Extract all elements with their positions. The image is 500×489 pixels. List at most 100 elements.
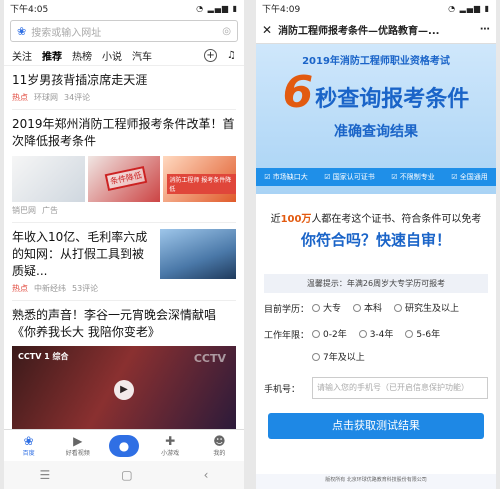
nav-label: 百度 — [22, 450, 35, 457]
search-input[interactable]: 搜索或输入网址 — [31, 24, 217, 39]
radio-icon[interactable] — [312, 352, 320, 361]
status-bar: 下午4:09 ◔ ▂▄▆ ▮ — [256, 0, 496, 16]
news-title[interactable]: 2019年郑州消防工程师报考条件改革！首次降低报考条件 — [12, 116, 236, 150]
banner-subtitle: 2019年消防工程师职业资格考试 — [302, 56, 450, 67]
intro-section: 近100万人都在考这个证书、符合条件可以免考 你符合吗？快速自审！ — [256, 194, 496, 264]
headphones-icon[interactable]: ♫ — [227, 50, 236, 61]
years-option[interactable]: 0-2年 — [312, 327, 347, 340]
cctv-logo: CCTV 1 综合 — [18, 352, 69, 361]
intro-question: 你符合吗？快速自审！ — [300, 231, 451, 249]
radio-icon[interactable] — [353, 303, 362, 312]
eligibility-form: 温馨提示：年满26周岁大专学历可报考 目前学历： 大专 本科 研究生及以上 工作… — [256, 264, 496, 474]
education-label: 目前学历： — [264, 305, 310, 315]
video-title[interactable]: 熟悉的声音！李谷一元宵晚会深情献唱《你养我长大 我陪你变老》 — [12, 307, 236, 341]
right-phone-screen: 下午4:09 ◔ ▂▄▆ ▮ ✕ 消防工程师报考条件—优路教育—... ⋯ 20… — [256, 0, 496, 489]
news-item[interactable]: 11岁男孩背插凉席走天涯 热点 环球网 34评论 — [12, 66, 236, 110]
status-icons: ◔ ▂▄▆ ▮ — [448, 3, 490, 13]
feature-bar: ☑ 市场缺口大 ☑ 国家认可证书 ☑ 不限制专业 ☑ 全国通用 — [256, 168, 496, 186]
years-label: 工作年限： — [264, 331, 310, 341]
tab-follow[interactable]: 关注 — [12, 48, 32, 63]
years-row: 工作年限： 0-2年 3-4年 5-6年 7年及以上 — [264, 327, 488, 363]
banner-tagline: 准确查询结果 — [334, 124, 418, 140]
form-tip: 温馨提示：年满26周岁大专学历可报考 — [264, 274, 488, 293]
news-comments: 34评论 — [64, 93, 91, 102]
search-bar[interactable]: ❀ 搜索或输入网址 ◎ — [10, 20, 238, 42]
back-icon[interactable]: ‹ — [204, 468, 209, 482]
radio-icon[interactable] — [394, 303, 403, 312]
feature-item: ☑ 市场缺口大 — [264, 173, 308, 181]
left-phone-screen: 下午4:05 ◔ ▂▄▆ ▮ ❀ 搜索或输入网址 ◎ 关注 推荐 热榜 小说 汽… — [4, 0, 244, 489]
paw-icon: ❀ — [23, 434, 34, 448]
tab-recommend[interactable]: 推荐 — [42, 48, 62, 63]
years-option[interactable]: 5-6年 — [405, 327, 440, 340]
bottom-navigation: ❀ 百度 ▶ 好看视频 ● ✚ 小游戏 ☻ 我的 — [4, 429, 244, 461]
radio-icon[interactable] — [405, 329, 414, 338]
menu-icon[interactable]: ☰ — [40, 468, 51, 482]
phone-row: 手机号： 请输入您的手机号（已开启信息保护功能） — [264, 377, 488, 399]
footer-copyright: 版权所有 北京环球优路教育科技股份有限公司 — [325, 477, 427, 483]
nav-label: 好看视频 — [65, 450, 90, 457]
news-item[interactable]: 2019年郑州消防工程师报考条件改革！首次降低报考条件 条件降低 消防工程师 报… — [12, 110, 237, 223]
banner-slogan: 秒查询报考条件 — [315, 87, 470, 112]
home-icon[interactable]: ▢ — [121, 468, 132, 482]
news-title[interactable]: 年收入10亿、毛利率六成的知网：从打假工具到被质疑... — [12, 229, 154, 280]
channel-tabs: 关注 推荐 热榜 小说 汽车 + ♫ — [4, 46, 244, 66]
baidu-paw-icon: ❀ — [17, 24, 27, 38]
news-item[interactable]: 年收入10亿、毛利率六成的知网：从打假工具到被质疑... 热点 中新经纬 53评… — [12, 223, 236, 301]
feature-item: ☑ 不限制专业 — [391, 173, 435, 181]
video-item[interactable]: 熟悉的声音！李谷一元宵晚会深情献唱《你养我长大 我陪你变老》 CCTV 1 综合… — [12, 301, 236, 440]
news-thumbnails[interactable]: 条件降低 消防工程师 报考条件降低 — [12, 156, 237, 202]
hot-badge: 热点 — [12, 284, 28, 293]
education-option[interactable]: 大专 — [312, 301, 341, 314]
camera-icon[interactable]: ◎ — [222, 26, 231, 37]
phone-label: 手机号： — [264, 385, 301, 395]
nav-baidu[interactable]: ❀ 百度 — [11, 434, 47, 457]
system-nav-bar: ☰ ▢ ‹ — [4, 461, 244, 489]
nav-video[interactable]: ▶ 好看视频 — [60, 434, 96, 457]
add-channel-icon[interactable]: + — [204, 49, 218, 62]
radio-icon[interactable] — [312, 329, 320, 338]
education-option[interactable]: 研究生及以上 — [394, 301, 459, 314]
nav-label: 小游戏 — [161, 450, 180, 457]
news-feed: 11岁男孩背插凉席走天涯 热点 环球网 34评论 2019年郑州消防工程师报考条… — [4, 66, 244, 440]
years-option[interactable]: 3-4年 — [358, 327, 393, 340]
cctv-watermark: CCTV — [193, 352, 226, 365]
more-icon[interactable]: ⋯ — [480, 24, 490, 35]
education-option[interactable]: 本科 — [353, 301, 382, 314]
voice-search-button[interactable]: ● — [108, 434, 139, 457]
microphone-icon: ● — [118, 438, 130, 453]
intro-text: 近100万人都在考这个证书、符合条件可以免考 — [270, 214, 482, 225]
banner-number: 6 — [282, 67, 314, 118]
tab-hot[interactable]: 热榜 — [72, 48, 92, 63]
play-icon: ▶ — [73, 434, 83, 448]
close-icon[interactable]: ✕ — [262, 23, 272, 37]
nav-games[interactable]: ✚ 小游戏 — [152, 434, 188, 457]
hero-banner: 2019年消防工程师职业资格考试 6 秒查询报考条件 准确查询结果 ☑ 市场缺口… — [256, 44, 496, 194]
video-player[interactable]: CCTV 1 综合 CCTV ▶ — [12, 346, 236, 434]
page-titlebar: ✕ 消防工程师报考条件—优路教育—... ⋯ — [256, 16, 496, 44]
tab-car[interactable]: 汽车 — [132, 48, 152, 63]
news-source: 销巴网 — [12, 206, 36, 215]
stamp-label: 条件降低 — [104, 166, 148, 191]
thumbnail: 消防工程师 报考条件降低 — [163, 156, 237, 202]
status-icons: ◔ ▂▄▆ ▮ — [196, 3, 238, 13]
thumbnail: 条件降低 — [87, 156, 161, 202]
status-time: 下午4:05 — [10, 4, 49, 15]
tab-novel[interactable]: 小说 — [102, 48, 122, 63]
radio-icon[interactable] — [312, 303, 320, 312]
nav-profile[interactable]: ☻ 我的 — [201, 434, 237, 457]
radio-icon[interactable] — [358, 329, 367, 338]
page-title: 消防工程师报考条件—优路教育—... — [278, 26, 440, 37]
phone-input[interactable]: 请输入您的手机号（已开启信息保护功能） — [312, 377, 488, 399]
play-icon[interactable]: ▶ — [114, 380, 134, 400]
years-option[interactable]: 7年及以上 — [312, 350, 365, 363]
news-source: 中新经纬 — [34, 284, 66, 293]
feature-item: ☑ 国家认可证书 — [324, 173, 375, 181]
news-title[interactable]: 11岁男孩背插凉席走天涯 — [12, 72, 236, 89]
news-comments: 53评论 — [72, 284, 99, 293]
hot-badge: 热点 — [12, 93, 28, 102]
submit-button[interactable]: 点击获取测试结果 — [268, 413, 484, 439]
feature-item: ☑ 全国通用 — [451, 173, 488, 181]
education-row: 目前学历： 大专 本科 研究生及以上 — [264, 301, 488, 315]
nav-label: 我的 — [213, 450, 226, 457]
